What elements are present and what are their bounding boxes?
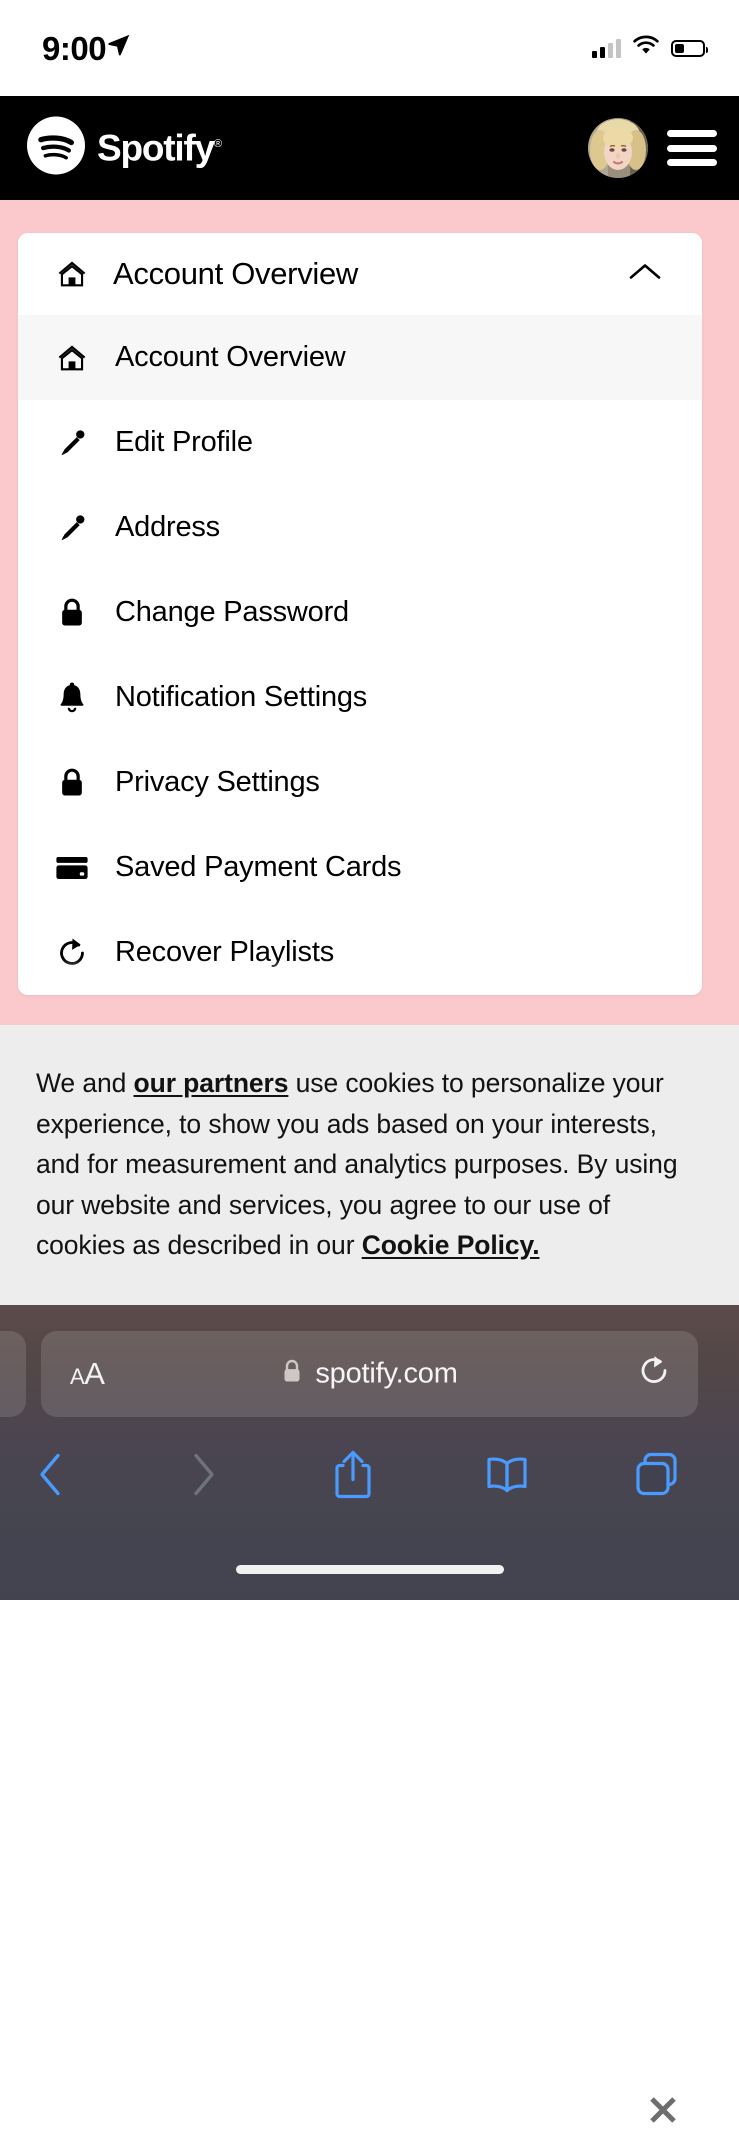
account-menu-header-label: Account Overview	[113, 256, 359, 291]
cellular-bars-icon	[592, 38, 621, 58]
menu-item-label: Change Password	[115, 596, 349, 628]
status-bar-time: 9:00	[42, 30, 107, 67]
lock-icon	[52, 597, 92, 629]
menu-item-saved-payment-cards[interactable]: Saved Payment Cards	[18, 825, 702, 910]
cookie-text-part-1: We and	[36, 1068, 134, 1098]
pencil-icon	[52, 512, 92, 544]
bookmarks-button[interactable]	[484, 1454, 530, 1501]
menu-item-label: Edit Profile	[115, 426, 253, 458]
url-bar[interactable]: AA spotify.com	[41, 1331, 698, 1417]
cookie-policy-link[interactable]: Cookie Policy.	[362, 1230, 540, 1260]
spotify-logo-icon	[27, 116, 85, 180]
lock-icon	[281, 1359, 303, 1390]
status-bar-indicators	[592, 35, 708, 61]
safari-bottom-bar: AA spotify.com	[0, 1305, 739, 1600]
chevron-up-icon[interactable]	[628, 261, 662, 288]
menu-item-change-password[interactable]: Change Password	[18, 570, 702, 655]
site-header: Spotify®	[0, 96, 739, 200]
avatar[interactable]	[588, 118, 648, 178]
pencil-icon	[52, 427, 92, 459]
brand-wordmark: Spotify®	[97, 127, 222, 168]
menu-item-label: Notification Settings	[115, 681, 368, 713]
hamburger-menu-icon[interactable]	[667, 130, 717, 166]
account-menu-header[interactable]: Account Overview	[18, 233, 702, 315]
ios-status-bar: 9:00	[0, 0, 739, 96]
menu-item-label: Account Overview	[115, 341, 346, 373]
share-button[interactable]	[332, 1449, 374, 1506]
menu-item-privacy-settings[interactable]: Privacy Settings	[18, 740, 702, 825]
avatar-image	[588, 118, 648, 178]
tabs-button[interactable]	[634, 1452, 680, 1503]
trademark-symbol: ®	[213, 137, 222, 150]
lock-icon	[52, 767, 92, 799]
page-body: Account Overview Account Overview Edit P…	[0, 200, 739, 1025]
home-indicator	[235, 1565, 504, 1574]
spotify-logo[interactable]: Spotify®	[27, 116, 222, 180]
menu-item-recover-playlists[interactable]: Recover Playlists	[18, 910, 702, 995]
adjacent-tab-preview[interactable]	[0, 1331, 26, 1417]
browser-toolbar	[0, 1429, 739, 1525]
menu-item-account-overview[interactable]: Account Overview	[18, 315, 702, 400]
cookie-banner-text: We and our partners use cookies to perso…	[36, 1063, 686, 1266]
home-icon	[52, 341, 92, 375]
forward-button[interactable]	[188, 1452, 218, 1503]
menu-item-edit-profile[interactable]: Edit Profile	[18, 400, 702, 485]
url-display: spotify.com	[41, 1358, 698, 1391]
close-x-icon[interactable]	[645, 2092, 681, 2128]
menu-item-label: Recover Playlists	[115, 936, 334, 968]
menu-item-label: Address	[115, 511, 220, 543]
url-text: spotify.com	[315, 1357, 458, 1390]
bell-icon	[52, 681, 92, 715]
account-menu-list: Account Overview Edit Profile Address Ch…	[18, 315, 702, 995]
back-button[interactable]	[36, 1452, 66, 1503]
cookie-consent-banner: We and our partners use cookies to perso…	[0, 1025, 739, 2123]
location-arrow-icon	[106, 32, 132, 63]
refresh-icon	[52, 937, 92, 969]
menu-item-notification-settings[interactable]: Notification Settings	[18, 655, 702, 740]
menu-item-label: Saved Payment Cards	[115, 851, 402, 883]
our-partners-link[interactable]: our partners	[134, 1068, 289, 1098]
home-icon	[52, 257, 92, 291]
menu-item-label: Privacy Settings	[115, 766, 320, 798]
menu-item-address[interactable]: Address	[18, 485, 702, 570]
credit-card-icon	[52, 855, 92, 881]
battery-icon	[671, 39, 708, 57]
account-menu-panel: Account Overview Account Overview Edit P…	[18, 233, 702, 995]
reload-icon[interactable]	[638, 1353, 672, 1396]
wifi-icon	[632, 35, 660, 61]
